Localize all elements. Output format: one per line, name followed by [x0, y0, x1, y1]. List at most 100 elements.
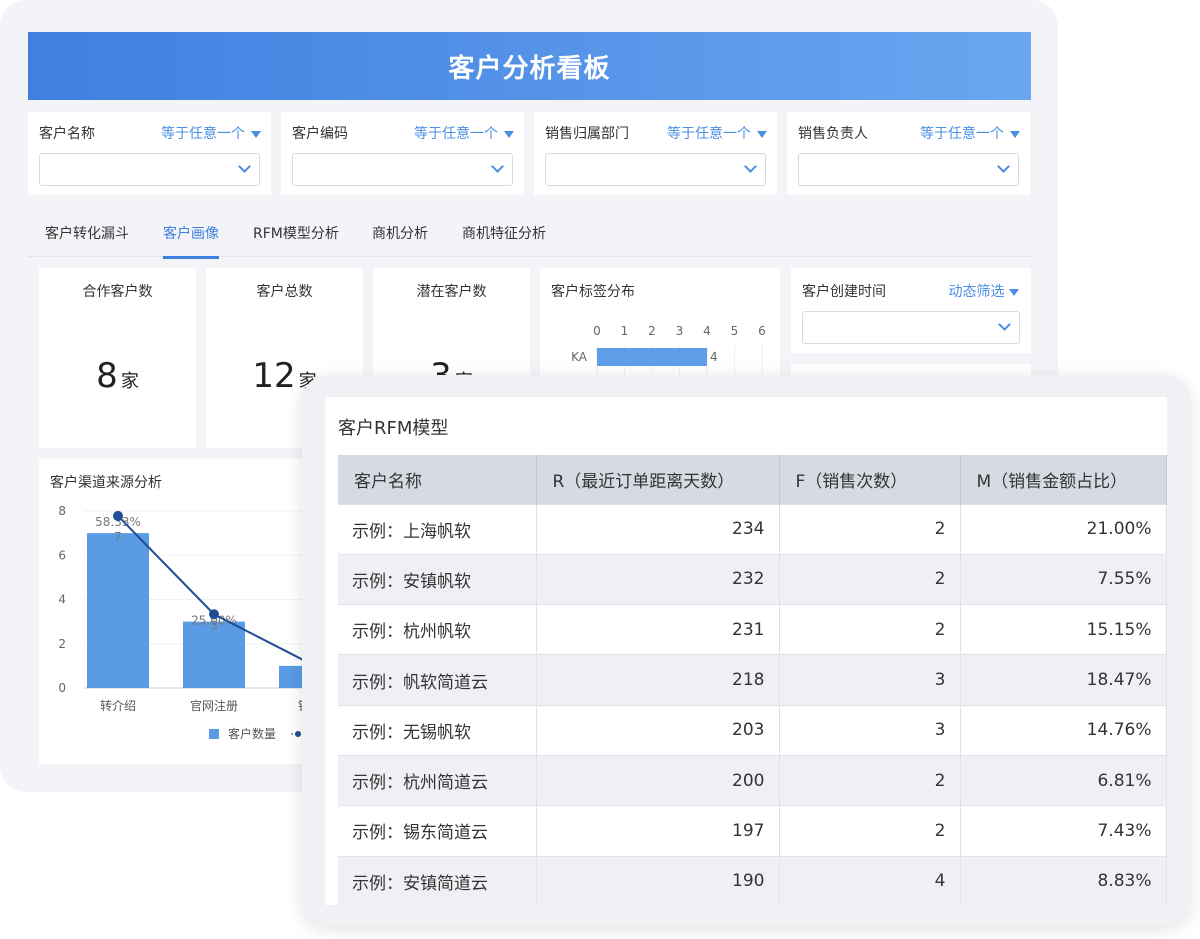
line-point[interactable]	[209, 609, 219, 619]
create-time-select[interactable]	[802, 311, 1020, 344]
chevron-down-icon	[491, 160, 504, 173]
line-point[interactable]	[113, 511, 123, 521]
rfm-table: 客户名称R（最近订单距离天数）F（销售次数）M（销售金额占比） 示例：上海帆软2…	[338, 455, 1167, 905]
table-cell: 4	[779, 856, 960, 905]
tick-label: 3	[676, 324, 684, 338]
kpi-number: 8	[96, 356, 118, 396]
filter-select[interactable]	[798, 153, 1019, 186]
column-header[interactable]: 客户名称	[338, 455, 536, 504]
dashboard-title: 客户分析看板	[28, 32, 1031, 100]
filter-label: 客户编码	[292, 123, 348, 143]
tab-2[interactable]: RFM模型分析	[253, 223, 339, 243]
tick-label: 4	[703, 324, 711, 338]
tab-3[interactable]: 商机分析	[372, 223, 428, 243]
filter-0: 客户名称 等于任意一个	[28, 112, 271, 195]
table-cell: 7.43%	[960, 806, 1166, 856]
kpi-unit: 家	[121, 371, 139, 392]
chevron-down-icon	[238, 160, 251, 173]
table-row: 示例：上海帆软234221.00%	[338, 504, 1166, 554]
filter-operator-dropdown[interactable]: 等于任意一个	[667, 123, 767, 143]
table-cell: 2	[779, 554, 960, 604]
table-cell: 6.81%	[960, 755, 1166, 805]
filter-select[interactable]	[292, 153, 513, 186]
tab-bar: 客户转化漏斗 客户画像 RFM模型分析 商机分析 商机特征分析	[28, 207, 1031, 257]
filter-operator-dropdown[interactable]: 等于任意一个	[161, 123, 261, 143]
channel-source-card: 客户渠道来源分析 02468转介绍58.33%7官网注册25.00%3销售8.客…	[39, 459, 329, 764]
table-cell: 200	[536, 755, 779, 805]
tick-label: 0	[593, 324, 601, 338]
card-title: 客户标签分布	[551, 281, 635, 301]
table-cell: 示例：上海帆软	[338, 504, 536, 554]
table-cell: 示例：杭州帆软	[338, 605, 536, 655]
bar[interactable]	[87, 533, 149, 688]
kpi-value: 8家	[39, 356, 196, 396]
column-header[interactable]: M（销售金额占比）	[960, 455, 1166, 504]
tab-1[interactable]: 客户画像	[163, 223, 219, 243]
kpi-title: 合作客户数	[39, 281, 196, 301]
tick-label: 6	[758, 324, 766, 338]
y-tick-label: 2	[58, 637, 66, 651]
column-header[interactable]: F（销售次数）	[779, 455, 960, 504]
filter-label: 客户创建时间	[802, 281, 886, 301]
legend-label[interactable]: 客户数量	[228, 726, 276, 741]
table-cell: 232	[536, 554, 779, 604]
table-cell: 示例：锡东简道云	[338, 806, 536, 856]
bar-data-label: 3	[210, 619, 218, 633]
rfm-title: 客户RFM模型	[338, 414, 448, 440]
filter-1: 客户编码 等于任意一个	[281, 112, 524, 195]
tick-label: 2	[648, 324, 656, 338]
y-tick-label: 0	[58, 681, 66, 695]
table-cell: 231	[536, 605, 779, 655]
table-cell: 15.15%	[960, 605, 1166, 655]
y-tick-label: 4	[58, 593, 66, 607]
bar-data-label: 7	[114, 530, 122, 544]
kpi-title: 潜在客户数	[373, 281, 530, 301]
filter-select[interactable]	[39, 153, 260, 186]
table-cell: 18.47%	[960, 655, 1166, 705]
table-row: 示例：无锡帆软203314.76%	[338, 705, 1166, 755]
table-row: 示例：安镇帆软23227.55%	[338, 554, 1166, 604]
tab-0[interactable]: 客户转化漏斗	[45, 223, 129, 243]
table-cell: 示例：安镇帆软	[338, 554, 536, 604]
table-row: 示例：安镇简道云19048.83%	[338, 856, 1166, 905]
kpi-card: 合作客户数 8家	[39, 268, 196, 448]
table-cell: 3	[779, 705, 960, 755]
tag-bar[interactable]	[597, 348, 707, 366]
filter-operator-dropdown[interactable]: 等于任意一个	[414, 123, 514, 143]
chevron-down-icon	[997, 160, 1010, 173]
legend-bar-swatch	[209, 729, 219, 739]
x-tick-label: 官网注册	[190, 698, 238, 713]
filter-operator-dropdown[interactable]: 等于任意一个	[920, 123, 1020, 143]
kpi-title: 客户总数	[206, 281, 363, 301]
table-cell: 218	[536, 655, 779, 705]
table-cell: 示例：无锡帆软	[338, 705, 536, 755]
table-cell: 234	[536, 504, 779, 554]
filter-operator[interactable]: 动态筛选	[949, 281, 1019, 301]
filter-label: 客户名称	[39, 123, 95, 143]
column-header[interactable]: R（最近订单距离天数）	[536, 455, 779, 504]
table-cell: 示例：安镇简道云	[338, 856, 536, 905]
x-tick-label: 转介绍	[100, 698, 136, 713]
kpi-number: 12	[252, 356, 295, 396]
table-cell: 14.76%	[960, 705, 1166, 755]
filter-label: 销售归属部门	[545, 123, 629, 143]
table-row: 示例：帆软简道云218318.47%	[338, 655, 1166, 705]
table-cell: 示例：杭州简道云	[338, 755, 536, 805]
table-cell: 2	[779, 504, 960, 554]
table-cell: 2	[779, 806, 960, 856]
table-cell: 21.00%	[960, 504, 1166, 554]
filter-select[interactable]	[545, 153, 766, 186]
tick-label: 5	[731, 324, 739, 338]
tab-4[interactable]: 商机特征分析	[462, 223, 546, 243]
category-label: KA	[571, 350, 588, 364]
filter-3: 销售负责人等于任意一个	[787, 112, 1030, 195]
table-cell: 示例：帆软简道云	[338, 655, 536, 705]
create-time-filter: 客户创建时间 动态筛选	[791, 268, 1031, 353]
table-cell: 190	[536, 856, 779, 905]
table-row: 示例：杭州帆软231215.15%	[338, 605, 1166, 655]
y-tick-label: 8	[58, 504, 66, 518]
tick-label: 1	[621, 324, 629, 338]
table-cell: 3	[779, 655, 960, 705]
rfm-popup: 客户RFM模型 客户名称R（最近订单距离天数）F（销售次数）M（销售金额占比） …	[302, 375, 1190, 925]
table-cell: 203	[536, 705, 779, 755]
